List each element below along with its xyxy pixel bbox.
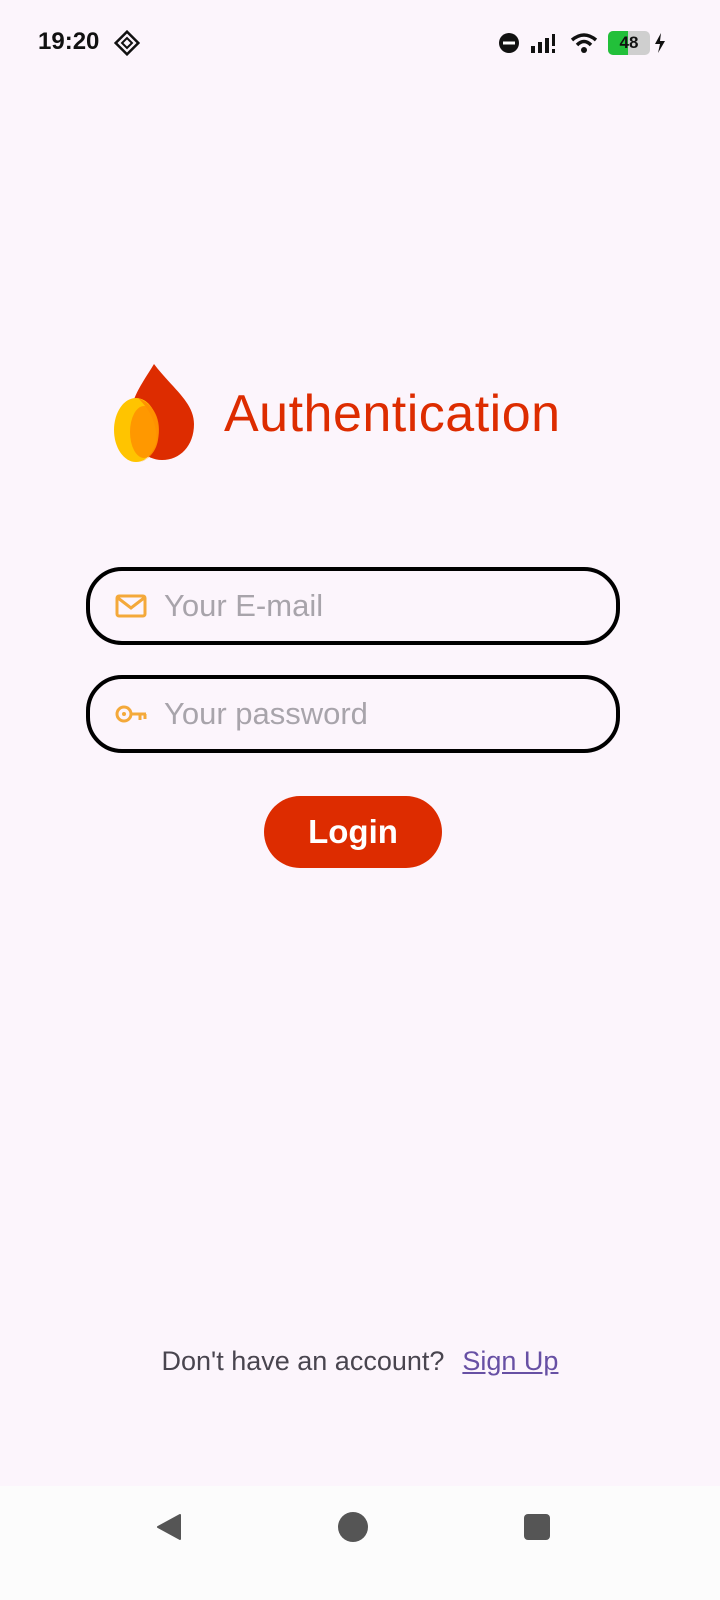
page-title: Authentication [224,385,561,443]
notification-icon [114,30,140,56]
charging-icon [655,33,665,53]
status-time: 19:20 [38,28,100,55]
signal-icon [531,34,555,53]
password-field[interactable] [86,675,620,753]
dnd-icon [499,33,519,53]
battery-level: 48 [619,33,639,52]
signup-row: Don't have an account? Sign Up [0,1346,720,1377]
navigation-bar [0,1486,720,1600]
signup-link[interactable]: Sign Up [462,1346,558,1377]
signup-prompt: Don't have an account? [161,1346,445,1376]
status-icons: 48 [498,28,666,58]
recents-icon[interactable] [524,1514,550,1540]
flame-logo-icon [114,364,194,462]
email-input[interactable] [164,588,584,624]
login-screen: 19:20 48 Authentication Your E-mail Logi… [0,0,720,1600]
login-button[interactable]: Login [264,796,442,868]
home-icon[interactable] [338,1512,368,1542]
wifi-icon [570,33,598,53]
password-input[interactable] [164,696,584,732]
mail-icon [115,594,147,618]
battery-icon: 48 [608,31,650,55]
back-icon[interactable] [154,1512,184,1542]
status-bar: 19:20 48 [0,0,720,90]
email-field[interactable] [86,567,620,645]
app-header: Authentication [112,362,561,466]
key-icon [115,705,147,723]
